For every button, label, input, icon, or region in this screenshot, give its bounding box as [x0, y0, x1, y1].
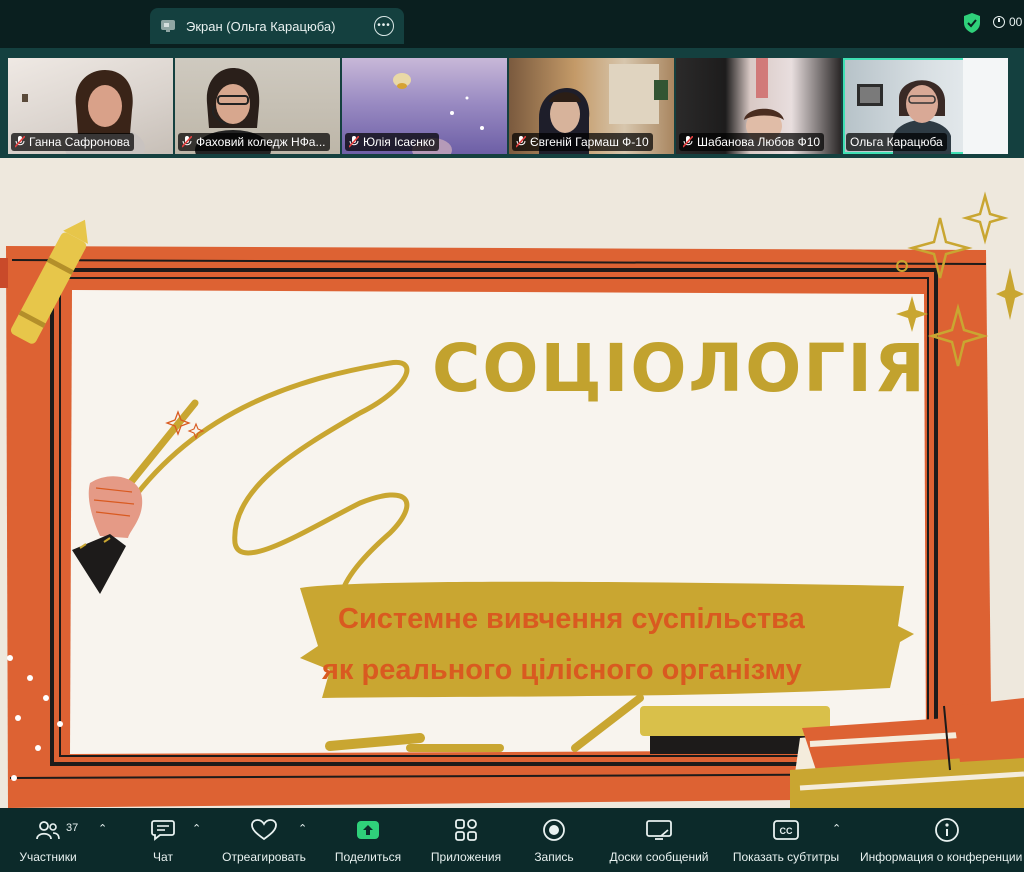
- shield-check-icon[interactable]: [962, 12, 982, 34]
- chat-button[interactable]: Чат: [140, 808, 186, 872]
- captions-button[interactable]: CC Показать субтитры: [728, 808, 844, 872]
- screen-tab-title: Экран (Ольга Карацюба): [186, 18, 336, 34]
- share-button[interactable]: Поделиться: [330, 808, 406, 872]
- info-icon: [934, 816, 960, 844]
- participant-name-tag: Юлія Ісаєнко: [345, 133, 439, 151]
- react-label: Отреагировать: [222, 850, 306, 864]
- caret-up-icon[interactable]: ⌃: [192, 822, 201, 835]
- video-tile[interactable]: Євгеній Гармаш Ф-10: [509, 58, 674, 154]
- participant-name: Юлія Ісаєнко: [363, 135, 435, 149]
- participant-name: Фаховий коледж НФа...: [196, 135, 326, 149]
- clock-icon: [993, 16, 1005, 28]
- heart-icon: [251, 816, 277, 844]
- mic-muted-icon: [683, 136, 693, 148]
- svg-text:CC: CC: [780, 826, 793, 836]
- mic-muted-icon: [349, 136, 359, 148]
- caret-up-icon[interactable]: ⌃: [832, 822, 841, 835]
- captions-label: Показать субтитры: [732, 850, 840, 864]
- video-tile[interactable]: Ганна Сафронова: [8, 58, 173, 154]
- participant-name: Ольга Карацюба: [850, 135, 943, 149]
- whiteboard-icon: [646, 816, 672, 844]
- video-tile[interactable]: Юлія Ісаєнко: [342, 58, 507, 154]
- record-button[interactable]: Запись: [526, 808, 582, 872]
- participants-label: Участники: [19, 850, 77, 864]
- video-tile[interactable]: Шабанова Любов Ф10: [676, 58, 841, 154]
- slide-artwork: [0, 191, 1024, 808]
- cc-icon: CC: [773, 816, 799, 844]
- meeting-info-label: Информация о конференции: [860, 850, 1023, 864]
- mic-muted-icon: [182, 136, 192, 148]
- record-icon: [542, 816, 566, 844]
- participant-name-tag: Фаховий коледж НФа...: [178, 133, 330, 151]
- screen-share-tab[interactable]: Экран (Ольга Карацюба) •••: [150, 8, 404, 44]
- timer-text: 00: [1009, 15, 1023, 29]
- whiteboards-label: Доски сообщений: [609, 850, 709, 864]
- participants-icon: [36, 816, 60, 844]
- slide-title: СОЦІОЛОГІЯ: [432, 330, 927, 407]
- participant-name: Ганна Сафронова: [29, 135, 130, 149]
- record-label: Запись: [534, 850, 574, 864]
- participant-gallery: Ганна Сафронова Фаховий коледж НФа... Юл…: [0, 48, 1024, 158]
- slide-subtitle-line2: як реального цілісного організму: [322, 654, 802, 686]
- slide-subtitle-line1: Системне вивчення суспільства: [338, 603, 805, 635]
- meeting-toolbar: Участники 37 ⌃ Чат ⌃ Отреагировать ⌃ Под…: [0, 808, 1024, 872]
- share-label: Поделиться: [334, 850, 402, 864]
- meeting-timer: 00: [993, 15, 1022, 29]
- share-arrow-icon: [357, 816, 379, 844]
- top-bar: Экран (Ольга Карацюба) ••• 00: [0, 0, 1024, 48]
- more-icon[interactable]: •••: [374, 16, 394, 36]
- caret-up-icon[interactable]: ⌃: [98, 822, 107, 835]
- participant-name-tag: Євгеній Гармаш Ф-10: [512, 133, 653, 151]
- participant-name-tag: Ганна Сафронова: [11, 133, 134, 151]
- chat-icon: [151, 816, 175, 844]
- participant-name-tag: Ольга Карацюба: [846, 133, 947, 151]
- apps-icon: [454, 816, 478, 844]
- meeting-info-button[interactable]: Информация о конференции: [858, 808, 1024, 872]
- video-tile-active-speaker[interactable]: Ольга Карацюба: [843, 58, 1008, 154]
- caret-up-icon[interactable]: ⌃: [298, 822, 307, 835]
- apps-button[interactable]: Приложения: [424, 808, 508, 872]
- chat-label: Чат: [153, 850, 173, 864]
- participant-name: Євгеній Гармаш Ф-10: [530, 135, 649, 149]
- participants-button[interactable]: Участники: [14, 808, 82, 872]
- video-tile[interactable]: Фаховий коледж НФа...: [175, 58, 340, 154]
- apps-label: Приложения: [430, 850, 502, 864]
- participant-name-tag: Шабанова Любов Ф10: [679, 133, 825, 151]
- mic-muted-icon: [15, 136, 25, 148]
- mic-muted-icon: [516, 136, 526, 148]
- shared-screen-slide: СОЦІОЛОГІЯ Системне вивчення суспільства…: [0, 158, 1024, 808]
- react-button[interactable]: Отреагировать: [216, 808, 312, 872]
- screen-icon: [160, 18, 176, 34]
- participant-name: Шабанова Любов Ф10: [697, 135, 821, 149]
- whiteboards-button[interactable]: Доски сообщений: [602, 808, 716, 872]
- participants-count: 37: [66, 822, 79, 834]
